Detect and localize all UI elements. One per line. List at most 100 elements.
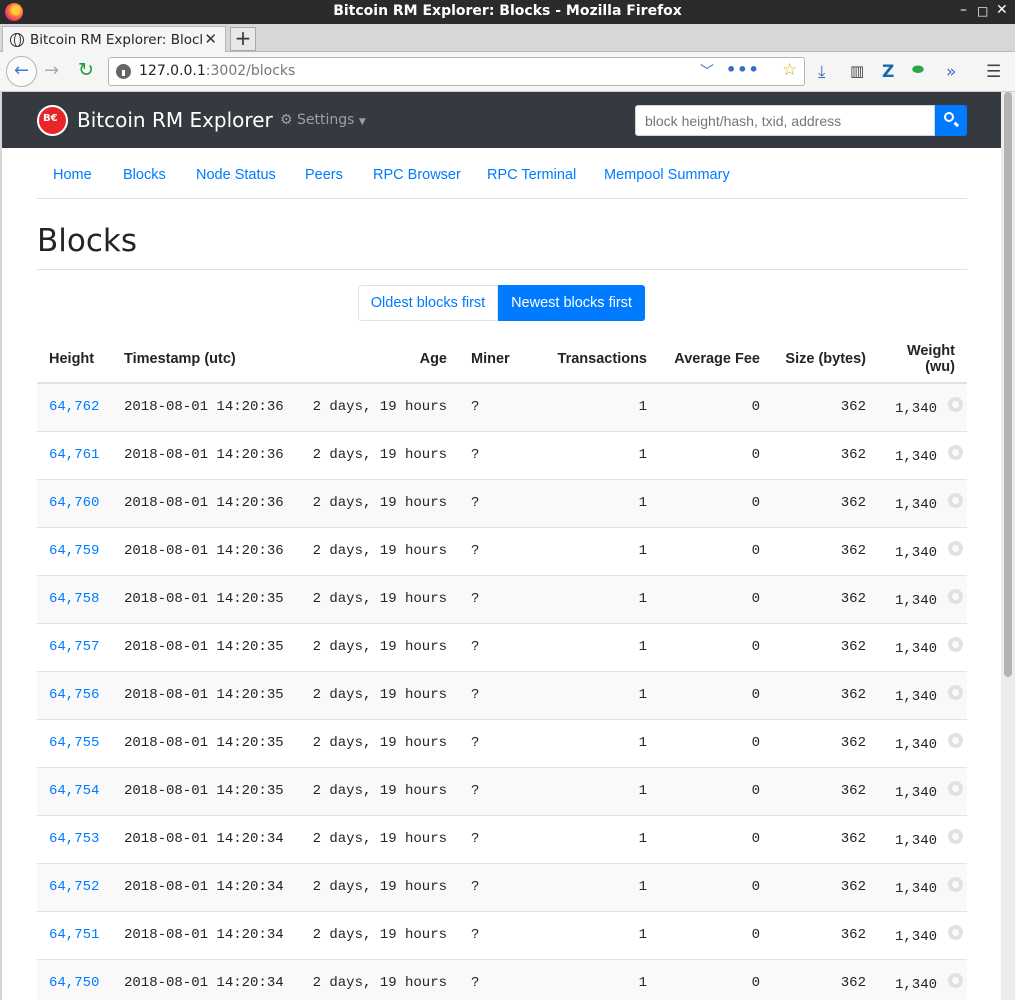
block-size: 362 (772, 430, 878, 479)
weight-progress-icon (948, 684, 963, 700)
block-weight-cell: 1,340 (878, 670, 967, 719)
settings-dropdown[interactable]: ⚙ Settings ▼ (280, 112, 366, 128)
oldest-first-button[interactable]: Oldest blocks first (358, 285, 498, 321)
newest-first-button[interactable]: Newest blocks first (498, 285, 645, 321)
nav-mempool-summary[interactable]: Mempool Summary (604, 167, 730, 183)
block-weight: 1,340 (894, 641, 937, 657)
block-height-link[interactable]: 64,759 (37, 526, 112, 575)
window-minimize-button[interactable]: – (960, 2, 967, 18)
block-miner: ? (459, 574, 527, 623)
block-weight-cell: 1,340 (878, 910, 967, 959)
block-weight-cell: 1,340 (878, 718, 967, 767)
block-weight: 1,340 (894, 449, 937, 465)
overflow-menu-icon[interactable]: » (946, 62, 956, 82)
col-average-fee: Average Fee (659, 335, 772, 384)
block-weight: 1,340 (894, 929, 937, 945)
forward-button[interactable]: → (44, 60, 59, 81)
site-info-icon[interactable] (116, 64, 131, 79)
blocks-table: Height Timestamp (utc) Age Miner Transac… (37, 335, 967, 1000)
extension-icon[interactable]: Z (882, 62, 894, 82)
weight-progress-icon (948, 732, 963, 748)
page-viewport: Bitcoin RM Explorer ⚙ Settings ▼ Home Bl… (2, 92, 1001, 1000)
block-average-fee: 0 (659, 766, 772, 815)
block-weight: 1,340 (894, 497, 937, 513)
search-icon (944, 112, 954, 122)
nav-blocks[interactable]: Blocks (123, 167, 166, 183)
nav-rpc-browser[interactable]: RPC Browser (373, 167, 461, 183)
downloads-icon[interactable]: ⤓ (818, 62, 826, 82)
url-text[interactable]: 127.0.0.1:3002/blocks (139, 63, 295, 79)
block-height-link[interactable]: 64,761 (37, 430, 112, 479)
hamburger-menu-icon[interactable]: ☰ (986, 62, 1001, 82)
block-height-link[interactable]: 64,755 (37, 718, 112, 767)
weight-progress-icon (948, 924, 963, 940)
nav-peers[interactable]: Peers (305, 167, 343, 183)
reload-button[interactable]: ↻ (78, 59, 94, 81)
block-height-link[interactable]: 64,760 (37, 478, 112, 527)
block-height-link[interactable]: 64,762 (37, 382, 112, 431)
nav-node-status[interactable]: Node Status (196, 167, 276, 183)
block-transactions: 1 (527, 910, 659, 959)
block-height-link[interactable]: 64,750 (37, 958, 112, 1000)
block-size: 362 (772, 622, 878, 671)
block-average-fee: 0 (659, 718, 772, 767)
gear-icon: ⚙ (280, 112, 293, 128)
extension-toggle-icon[interactable]: ⬬ (912, 62, 924, 78)
window-maximize-button[interactable]: □ (977, 4, 988, 18)
bookmark-star-icon[interactable]: ☆ (782, 60, 797, 80)
block-timestamp: 2018-08-01 14:20:36 (112, 478, 292, 527)
nav-home[interactable]: Home (53, 167, 92, 183)
scrollbar-thumb[interactable] (1004, 92, 1012, 677)
browser-tab[interactable]: Bitcoin RM Explorer: Blocks ✕ (2, 26, 226, 53)
block-age: 2 days, 19 hours (292, 910, 459, 959)
page-actions-icon[interactable]: ••• (726, 60, 760, 79)
block-height-link[interactable]: 64,751 (37, 910, 112, 959)
caret-down-icon: ▼ (358, 117, 366, 127)
table-row: 64,755 2018-08-01 14:20:35 2 days, 19 hour… (37, 718, 967, 767)
block-size: 362 (772, 718, 878, 767)
window-close-button[interactable]: ✕ (996, 2, 1008, 18)
tab-close-icon[interactable]: ✕ (204, 30, 217, 48)
block-average-fee: 0 (659, 862, 772, 911)
block-timestamp: 2018-08-01 14:20:34 (112, 910, 292, 959)
block-weight-cell: 1,340 (878, 430, 967, 479)
block-weight-cell: 1,340 (878, 622, 967, 671)
table-row: 64,750 2018-08-01 14:20:34 2 days, 19 hour… (37, 958, 967, 1000)
block-timestamp: 2018-08-01 14:20:35 (112, 670, 292, 719)
back-button[interactable]: ← (6, 56, 37, 87)
block-average-fee: 0 (659, 526, 772, 575)
url-bar[interactable]: 127.0.0.1:3002/blocks ﹀ ••• ☆ (108, 57, 805, 86)
block-miner: ? (459, 718, 527, 767)
page-scrollbar[interactable] (1001, 92, 1015, 1000)
block-size: 362 (772, 574, 878, 623)
block-miner: ? (459, 862, 527, 911)
new-tab-button[interactable]: + (230, 27, 256, 51)
block-weight-cell: 1,340 (878, 958, 967, 1000)
brand-link[interactable]: Bitcoin RM Explorer (77, 108, 273, 132)
table-row: 64,760 2018-08-01 14:20:36 2 days, 19 hour… (37, 478, 967, 527)
url-dropdown-icon[interactable]: ﹀ (700, 61, 714, 81)
block-height-link[interactable]: 64,757 (37, 622, 112, 671)
block-height-link[interactable]: 64,754 (37, 766, 112, 815)
block-height-link[interactable]: 64,752 (37, 862, 112, 911)
search-input[interactable] (635, 105, 935, 136)
block-weight: 1,340 (894, 737, 937, 753)
weight-progress-icon (948, 972, 963, 988)
block-miner: ? (459, 382, 527, 431)
table-row: 64,752 2018-08-01 14:20:34 2 days, 19 hour… (37, 862, 967, 911)
block-age: 2 days, 19 hours (292, 862, 459, 911)
search-button[interactable] (935, 105, 967, 136)
table-row: 64,762 2018-08-01 14:20:36 2 days, 19 hour… (37, 382, 967, 431)
nav-rpc-terminal[interactable]: RPC Terminal (487, 167, 576, 183)
library-icon[interactable]: ▥ (850, 62, 864, 80)
block-height-link[interactable]: 64,758 (37, 574, 112, 623)
block-transactions: 1 (527, 718, 659, 767)
block-height-link[interactable]: 64,753 (37, 814, 112, 863)
block-average-fee: 0 (659, 814, 772, 863)
block-height-link[interactable]: 64,756 (37, 670, 112, 719)
logo-icon[interactable] (37, 105, 68, 136)
col-height: Height (37, 335, 112, 384)
col-age: Age (292, 335, 459, 384)
col-size: Size (bytes) (772, 335, 878, 384)
col-miner: Miner (459, 335, 527, 384)
